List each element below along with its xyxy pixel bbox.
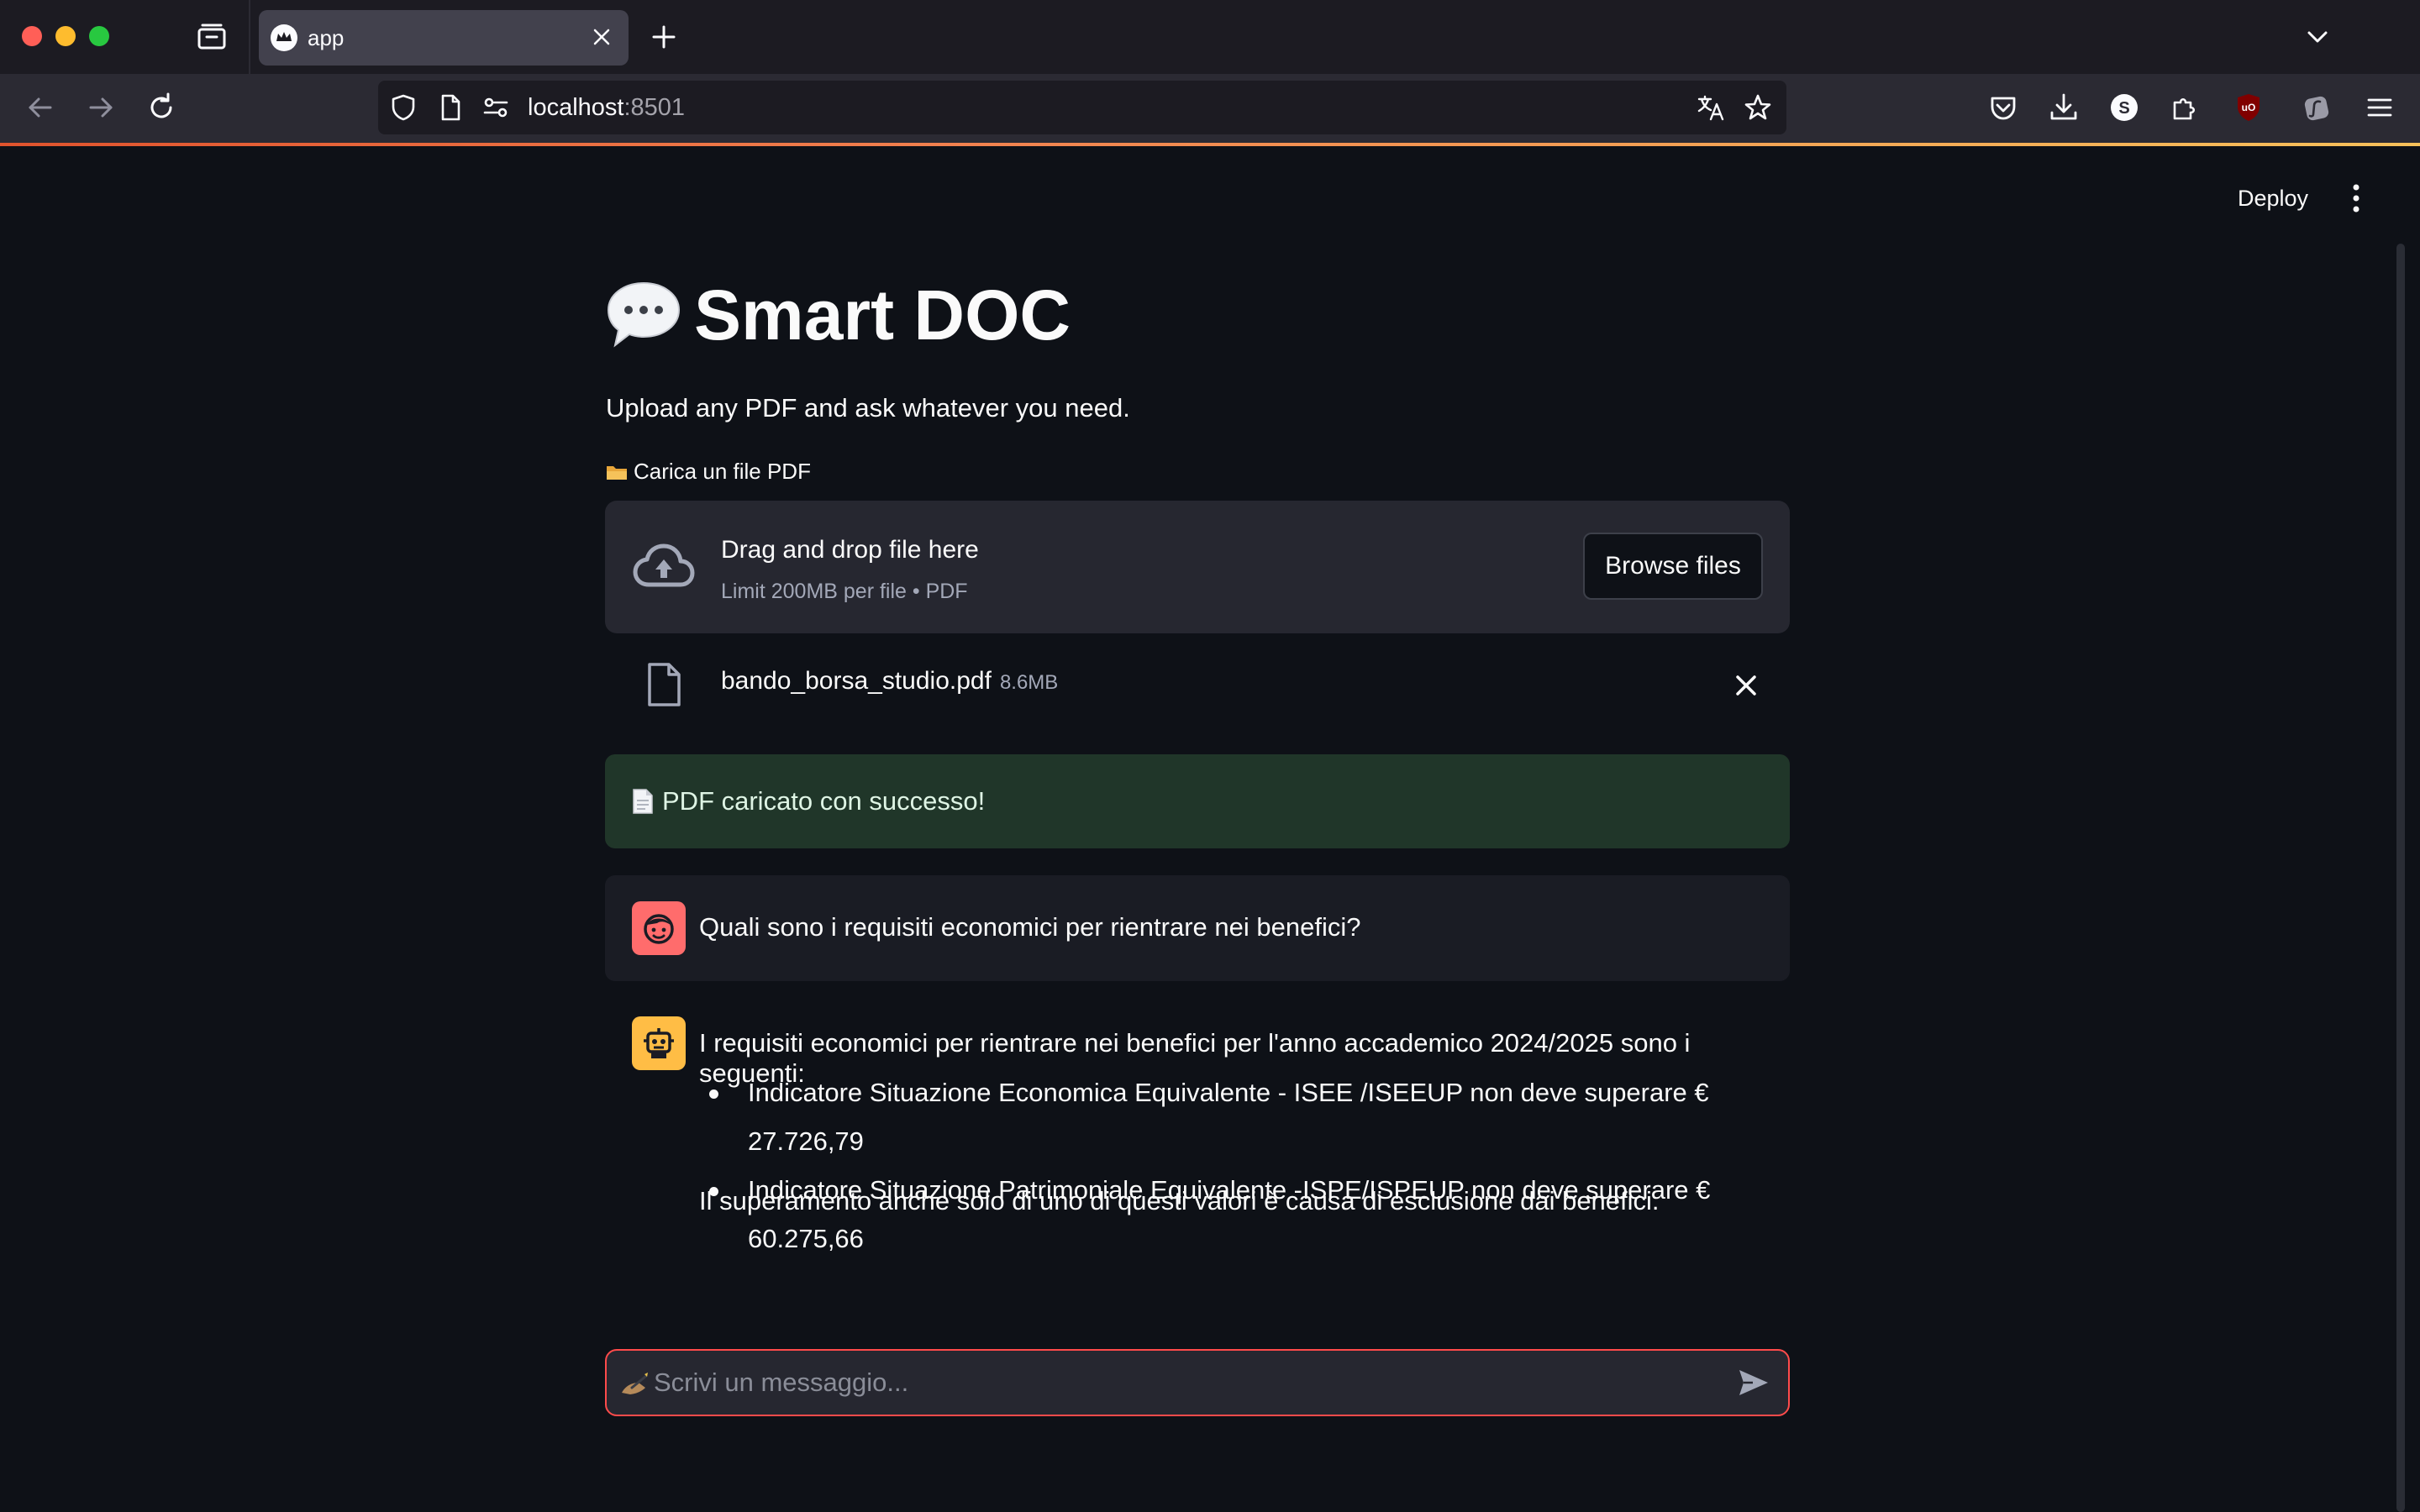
url-text[interactable]: localhost:8501 <box>528 94 685 122</box>
window-zoom-button[interactable] <box>89 26 109 46</box>
assistant-requirements-list: Indicatore Situazione Economica Equivale… <box>699 1068 1790 1263</box>
site-permissions-icon[interactable] <box>481 92 511 123</box>
tab-overview-icon[interactable] <box>195 22 229 52</box>
url-port: :8501 <box>623 94 686 121</box>
remove-file-icon[interactable] <box>1731 670 1761 701</box>
browser-tab-bar: app <box>0 0 2420 74</box>
script-extension-icon[interactable] <box>2299 91 2333 124</box>
page-facing-up-icon <box>633 789 653 814</box>
window-close-button[interactable] <box>22 26 42 46</box>
translate-icon[interactable] <box>1696 92 1726 123</box>
back-arrow-icon[interactable] <box>24 91 57 124</box>
scrollbar[interactable] <box>2396 244 2405 1512</box>
dropzone-instruction: Drag and drop file here <box>721 536 979 564</box>
chat-message-user: Quali sono i requisiti economici per rie… <box>605 875 1790 981</box>
user-message-text: Quali sono i requisiti economici per rie… <box>699 912 1361 942</box>
tab-separator <box>249 0 250 74</box>
uploaded-file-row: bando_borsa_studio.pdf 8.6MB <box>605 647 1790 721</box>
chat-message-input[interactable] <box>654 1351 1696 1415</box>
file-icon <box>648 663 681 706</box>
assistant-avatar <box>632 1016 686 1070</box>
page-subtitle: Upload any PDF and ask whatever you need… <box>606 393 1130 423</box>
writing-hand-icon <box>622 1373 648 1394</box>
extensions-puzzle-icon[interactable] <box>2168 91 2202 124</box>
browse-files-button[interactable]: Browse files <box>1583 533 1763 600</box>
download-icon[interactable] <box>2047 91 2081 124</box>
window-minimize-button[interactable] <box>55 26 76 46</box>
assistant-outro-text: Il superamento anche solo di uno di ques… <box>699 1186 1660 1215</box>
url-host: localhost <box>528 94 624 121</box>
address-bar[interactable]: localhost:8501 <box>378 81 1786 134</box>
folder-icon <box>607 465 627 480</box>
ublock-origin-icon[interactable]: uO <box>2232 91 2265 124</box>
page-title: Smart DOC <box>694 275 1071 354</box>
kebab-menu-icon[interactable] <box>2341 180 2371 217</box>
svg-text:S: S <box>2118 99 2129 118</box>
chevron-down-icon[interactable] <box>2302 22 2333 52</box>
uploaded-file-info: bando_borsa_studio.pdf 8.6MB <box>721 667 1058 696</box>
success-message: PDF caricato con successo! <box>662 786 986 816</box>
pocket-icon[interactable] <box>1986 91 2020 124</box>
svg-text:uO: uO <box>2242 102 2256 113</box>
file-size: 8.6MB <box>999 671 1059 694</box>
deploy-button[interactable]: Deploy <box>2218 175 2328 222</box>
send-icon[interactable] <box>1736 1366 1771 1399</box>
user-avatar <box>632 901 686 955</box>
page-icon[interactable] <box>435 92 466 123</box>
uploader-label: Carica un file PDF <box>605 459 811 485</box>
speech-balloon-icon <box>607 281 681 348</box>
title-row: Smart DOC <box>605 269 1071 361</box>
dropzone-limit: Limit 200MB per file • PDF <box>721 580 968 603</box>
robot-icon <box>644 1028 674 1058</box>
shield-icon[interactable] <box>388 92 418 123</box>
file-dropzone[interactable]: Drag and drop file here Limit 200MB per … <box>605 501 1790 633</box>
user-face-icon <box>644 914 674 944</box>
forward-arrow-icon[interactable] <box>84 91 118 124</box>
success-alert: PDF caricato con successo! <box>605 754 1790 848</box>
hamburger-menu-icon[interactable] <box>2363 91 2396 124</box>
app-main: Deploy Smart DOC Upload any PDF and ask … <box>0 146 2420 1512</box>
reload-icon[interactable] <box>145 91 178 124</box>
bookmark-star-icon[interactable] <box>1743 92 1773 123</box>
list-item: Indicatore Situazione Economica Equivale… <box>699 1068 1790 1166</box>
tab-close-icon[interactable] <box>587 22 617 52</box>
browser-tab-active[interactable]: app <box>259 10 629 66</box>
tab-title: app <box>308 25 345 50</box>
profile-s-icon[interactable]: S <box>2107 91 2141 124</box>
cloud-upload-icon <box>633 543 695 587</box>
file-name: bando_borsa_studio.pdf <box>721 667 992 695</box>
streamlit-favicon-icon <box>271 24 297 51</box>
new-tab-icon[interactable] <box>649 22 679 52</box>
uploader-label-text: Carica un file PDF <box>634 459 811 484</box>
browser-nav-bar: localhost:8501 S uO <box>0 74 2420 143</box>
chat-input-container <box>605 1349 1790 1416</box>
